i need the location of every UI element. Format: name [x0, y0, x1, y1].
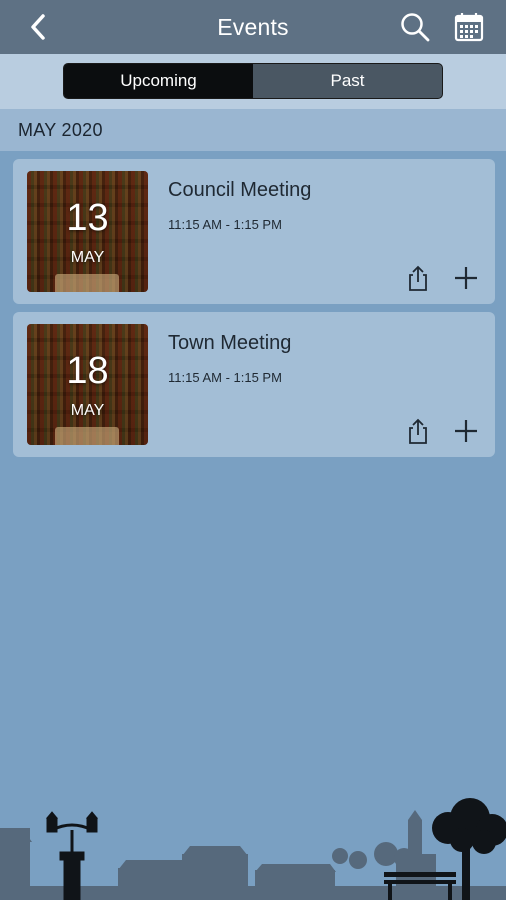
calendar-icon: [454, 13, 484, 42]
tab-past[interactable]: Past: [253, 64, 442, 98]
share-button[interactable]: [403, 416, 433, 446]
plus-icon: [455, 267, 477, 289]
share-icon: [409, 418, 427, 444]
event-month: MAY: [70, 249, 105, 266]
calendar-button[interactable]: [452, 10, 486, 44]
share-icon: [409, 265, 427, 291]
event-date-thumbnail: 13 MAY: [27, 171, 148, 292]
event-card[interactable]: 18 MAY Town Meeting 11:15 AM - 1:15 PM: [13, 312, 495, 457]
back-button[interactable]: [22, 12, 54, 42]
event-date-thumbnail: 18 MAY: [27, 324, 148, 445]
search-button[interactable]: [398, 10, 432, 44]
town-skyline-illustration: [0, 798, 506, 900]
tab-bar: Upcoming Past: [0, 54, 506, 109]
event-day: 18: [66, 350, 109, 392]
event-month: MAY: [70, 402, 105, 419]
event-time: 11:15 AM - 1:15 PM: [168, 370, 282, 385]
top-bar: Events: [0, 0, 506, 54]
desk-image: [55, 427, 119, 445]
chevron-left-icon: [31, 14, 45, 40]
event-day: 13: [66, 197, 109, 239]
add-to-calendar-button[interactable]: [451, 263, 481, 293]
event-card[interactable]: 13 MAY Council Meeting 11:15 AM - 1:15 P…: [13, 159, 495, 304]
event-title: Town Meeting: [168, 332, 292, 354]
page-title: Events: [217, 13, 289, 40]
month-header: MAY 2020: [0, 109, 506, 151]
event-time: 11:15 AM - 1:15 PM: [168, 217, 282, 232]
segmented-control: Upcoming Past: [63, 63, 443, 99]
share-button[interactable]: [403, 263, 433, 293]
search-icon: [401, 13, 430, 42]
desk-image: [55, 274, 119, 292]
add-to-calendar-button[interactable]: [451, 416, 481, 446]
tab-upcoming[interactable]: Upcoming: [64, 64, 253, 98]
plus-icon: [455, 420, 477, 442]
event-title: Council Meeting: [168, 179, 312, 201]
